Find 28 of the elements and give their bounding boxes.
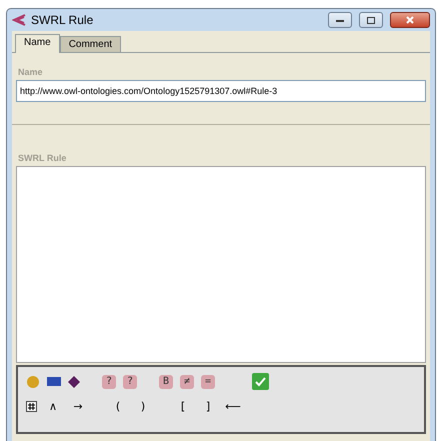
grid-icon[interactable] — [26, 401, 37, 412]
toolbar-button[interactable]: B — [159, 374, 173, 388]
window-title: SWRL Rule — [31, 13, 94, 27]
field-label: Name — [17, 67, 44, 79]
toolbar-button[interactable]: ] — [199, 400, 217, 413]
minimize-button[interactable] — [328, 12, 352, 28]
maximize-button[interactable] — [359, 12, 383, 28]
toolbar-button[interactable]: → — [69, 400, 87, 413]
close-icon — [406, 16, 414, 24]
toolbar-button[interactable]: ≠ — [180, 374, 194, 388]
toolbar-button[interactable]: ⟵ — [224, 400, 242, 413]
toolbar-button[interactable]: = — [201, 374, 215, 388]
toolbar-button[interactable]: [ — [174, 400, 192, 413]
toolbar-button[interactable]: ? — [123, 374, 137, 388]
minimize-icon — [336, 18, 344, 22]
field-label: SWRL Rule — [17, 153, 68, 165]
toolbar-button[interactable]: ) — [134, 400, 152, 413]
name-field[interactable]: http://www.owl-ontologies.com/Ontology1525791307.owl#Rule-3 — [16, 80, 426, 102]
toolbar-button[interactable]: ? — [102, 374, 116, 388]
tab[interactable]: Name — [15, 34, 60, 53]
diamond-icon[interactable] — [68, 376, 80, 388]
toolbar-button[interactable]: ∧ — [44, 400, 62, 413]
close-button[interactable] — [390, 12, 430, 28]
tab[interactable]: Comment — [60, 36, 122, 52]
maximize-icon — [367, 16, 375, 24]
toolbar-button[interactable]: ( — [109, 400, 127, 413]
check-icon[interactable] — [252, 373, 269, 390]
app-icon — [12, 13, 26, 27]
